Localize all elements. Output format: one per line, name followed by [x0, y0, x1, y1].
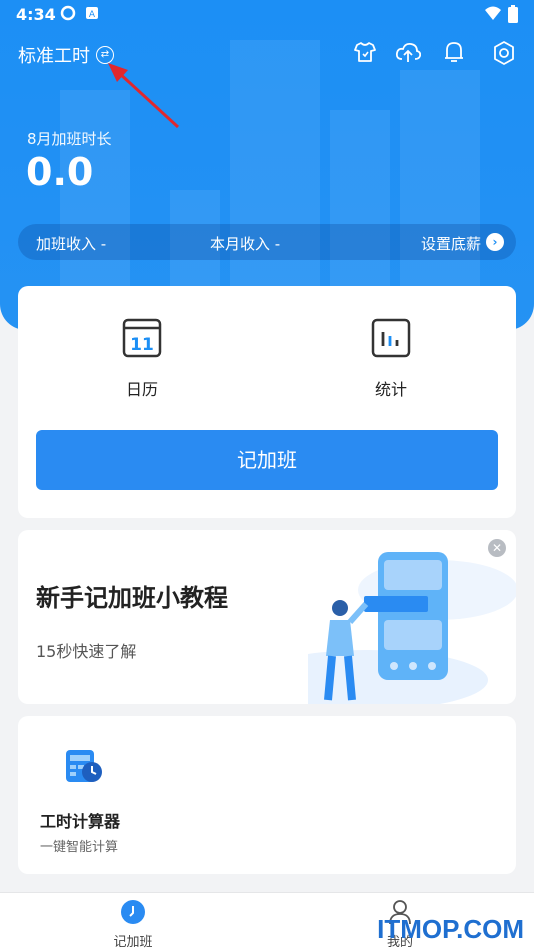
calculator-subtitle: 一键智能计算: [40, 840, 119, 855]
tutorial-title: 新手记加班小教程: [36, 584, 228, 612]
stats-icon: [371, 318, 411, 358]
month-income: 本月收入 -: [210, 235, 281, 253]
calculator-title: 工时计算器: [40, 812, 121, 831]
set-base-salary-link[interactable]: 设置底薪: [421, 233, 481, 254]
tutorial-subtitle: 15秒快速了解: [36, 642, 137, 661]
battery-icon: [508, 5, 518, 27]
statistics-label: 统计: [374, 380, 407, 399]
watermark-logo: ITMOP.COM: [377, 914, 524, 944]
record-overtime-button[interactable]: 记加班: [36, 430, 498, 490]
tutorial-banner[interactable]: 新手记加班小教程 15秒快速了解 ✕: [18, 530, 516, 704]
clock-icon: [121, 900, 145, 924]
calendar-entry[interactable]: 11 日历: [82, 318, 202, 400]
status-time: 4:34: [16, 5, 56, 24]
calendar-label: 日历: [125, 380, 158, 399]
tools-card: 工时计算器 一键智能计算: [18, 716, 516, 874]
nav-record-overtime[interactable]: 记加班: [93, 899, 173, 950]
bell-icon[interactable]: [443, 40, 469, 66]
work-mode-label: 标准工时: [18, 46, 90, 67]
wifi-icon: [484, 5, 502, 25]
main-actions-card: 11 日历 统计 记加班: [18, 286, 516, 518]
chevron-right-icon[interactable]: ›: [486, 233, 504, 251]
settings-icon[interactable]: [491, 40, 517, 66]
statistics-entry[interactable]: 统计: [331, 318, 451, 400]
calendar-day-text: 11: [130, 335, 154, 355]
month-overtime-label: 8月加班时长: [27, 130, 112, 148]
close-icon[interactable]: ✕: [488, 539, 506, 557]
overtime-hours-value: 0.0: [26, 150, 94, 194]
calendar-icon: 11: [122, 318, 162, 358]
top-bar: 标准工时 ⇄: [0, 38, 534, 72]
tutorial-illustration: [308, 552, 516, 704]
overtime-income: 加班收入 -: [36, 235, 107, 253]
work-hour-calculator-entry[interactable]: 工时计算器 一键智能计算: [40, 716, 180, 866]
nav-record-label: 记加班: [113, 935, 153, 950]
app-notification-icon: [60, 5, 76, 25]
calculator-clock-icon: [66, 750, 102, 782]
status-bar: 4:34 A: [0, 0, 534, 28]
cloud-upload-icon[interactable]: [395, 40, 422, 66]
income-bar: 加班收入 - 本月收入 - 设置底薪 ›: [18, 224, 516, 260]
work-mode-switch[interactable]: 标准工时 ⇄: [18, 42, 114, 68]
shirt-icon[interactable]: [353, 40, 379, 66]
a-notification-icon: A: [85, 5, 99, 24]
swap-icon: ⇄: [96, 46, 114, 64]
svg-text:A: A: [89, 10, 96, 20]
